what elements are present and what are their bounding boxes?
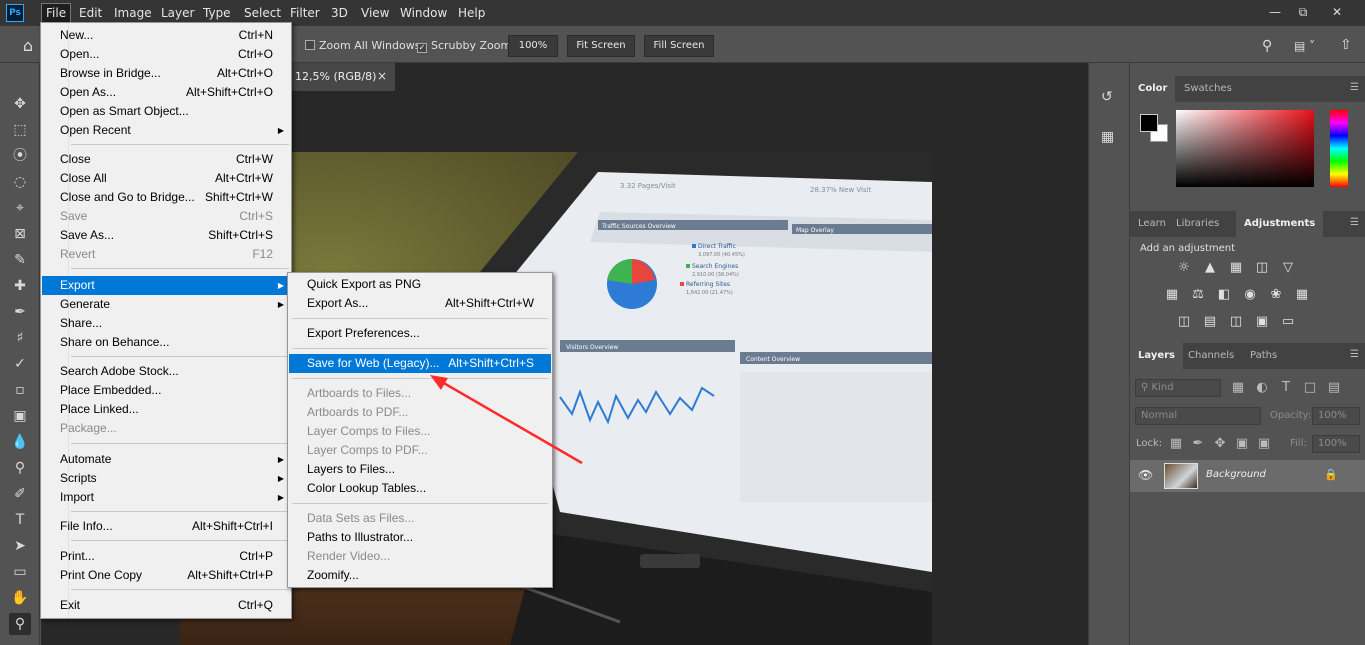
arrow-shaft xyxy=(441,380,583,465)
annotation-arrow xyxy=(430,375,583,465)
arrow-head xyxy=(430,375,448,390)
